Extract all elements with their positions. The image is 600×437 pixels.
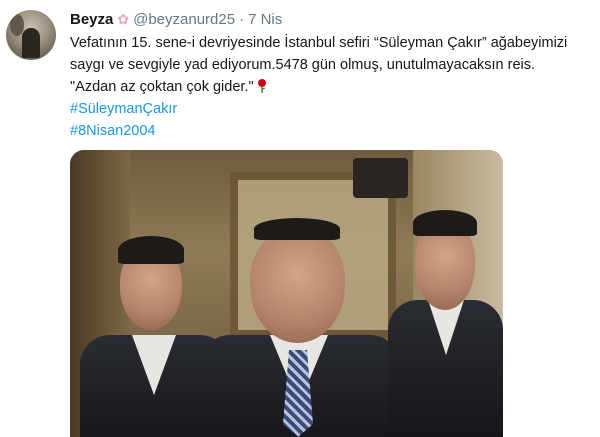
tweet-header: Beyza ✿ @beyzanurd25 · 7 Nis: [70, 8, 282, 30]
hashtag-link[interactable]: #SüleymanÇakır: [70, 101, 177, 117]
tweet-quote: "Azdan az çoktan çok gider.": [70, 79, 254, 95]
photo-person-right: [70, 150, 503, 437]
hashtag-link[interactable]: #8Nisan2004: [70, 123, 155, 139]
tweet-text-line-3: "Azdan az çoktan çok gider.": [70, 76, 595, 98]
flower-icon: ✿: [117, 11, 130, 27]
tweet-text-line-1: Vefatının 15. sene-i devriyesinde İstanb…: [70, 35, 568, 51]
rose-icon: [257, 79, 266, 93]
separator-dot: ·: [239, 10, 245, 28]
tweet-text-line-2: saygı ve sevgiyle yad ediyorum.5478 gün …: [70, 57, 536, 73]
avatar-figure: [22, 28, 40, 58]
tweet-media-photo[interactable]: [70, 150, 503, 437]
avatar[interactable]: [6, 10, 56, 60]
tweet: Beyza ✿ @beyzanurd25 · 7 Nis Vefatının 1…: [0, 0, 600, 437]
author-name[interactable]: Beyza: [70, 11, 113, 28]
tweet-date[interactable]: 7 Nis: [248, 11, 282, 28]
tweet-text: Vefatının 15. sene-i devriyesinde İstanb…: [70, 32, 595, 142]
hashtag-row-2: #8Nisan2004: [70, 120, 595, 142]
hashtag-row-1: #SüleymanÇakır: [70, 98, 595, 120]
author-handle[interactable]: @beyzanurd25: [133, 11, 235, 28]
